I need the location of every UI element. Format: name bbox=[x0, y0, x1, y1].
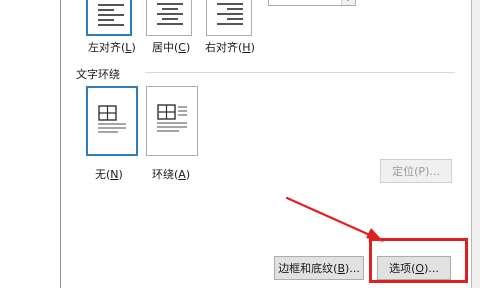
options-highlight-box bbox=[369, 238, 468, 283]
